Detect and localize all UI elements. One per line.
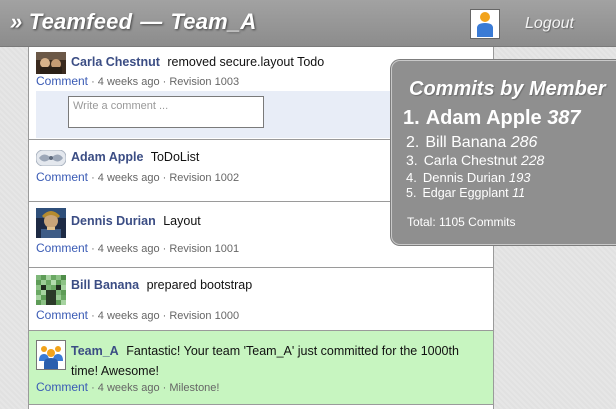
- comment-link[interactable]: Comment: [36, 308, 88, 322]
- comment-link[interactable]: Comment: [36, 74, 88, 88]
- team-icon: [36, 340, 66, 370]
- milestone-message: Fantastic! Your team 'Team_A' just commi…: [71, 344, 459, 378]
- comment-link[interactable]: Comment: [36, 241, 88, 255]
- timestamp: · 4 weeks ago: [91, 243, 160, 255]
- author-link[interactable]: Carla Chestnut: [71, 55, 160, 69]
- commits-by-member-panel: Commits by Member 1. Adam Apple 387 2. Bil…: [391, 60, 616, 245]
- milestone-label: · Milestone!: [162, 382, 220, 394]
- revision-label: · Revision 1003: [162, 76, 240, 88]
- member-rank-3: 3. Carla Chestnut 228: [406, 152, 545, 168]
- team-link[interactable]: Team_A: [71, 344, 119, 358]
- commit-count: 286: [510, 134, 538, 151]
- revision-label: · Revision 1002: [162, 172, 240, 184]
- page-title: » Teamfeed — Team_A: [10, 9, 256, 35]
- comment-link[interactable]: Comment: [36, 170, 88, 184]
- timestamp: · 4 weeks ago: [91, 382, 160, 394]
- timestamp: · 4 weeks ago: [91, 76, 160, 88]
- title-separator: —: [140, 9, 163, 34]
- commit-message: prepared bootstrap: [146, 278, 253, 292]
- commit-count: 387: [547, 107, 581, 129]
- commit-message: removed secure.layout Todo: [167, 55, 325, 69]
- revision-label: · Revision 1001: [162, 243, 240, 255]
- user-avatar[interactable]: [470, 9, 500, 39]
- author-link[interactable]: Adam Apple: [71, 150, 143, 164]
- member-rank-4: 4. Dennis Durian 193: [406, 170, 531, 185]
- member-rank-5: 5. Edgar Eggplant 11: [406, 186, 526, 200]
- author-link[interactable]: Bill Banana: [71, 278, 139, 292]
- panel-title: Commits by Member: [409, 78, 606, 100]
- commit-count: 228: [520, 152, 545, 168]
- team-name: Team_A: [170, 9, 257, 34]
- timestamp: · 4 weeks ago: [91, 172, 160, 184]
- user-silhouette-icon: [477, 12, 493, 37]
- member-name: Dennis Durian: [422, 170, 506, 185]
- member-name: Carla Chestnut: [423, 152, 518, 168]
- revision-label: · Revision 1000: [162, 310, 240, 322]
- member-rank-2: 2. Bill Banana 286: [406, 134, 538, 151]
- author-link[interactable]: Dennis Durian: [71, 214, 156, 228]
- comment-link[interactable]: Comment: [36, 380, 88, 394]
- dennis-durian-avatar: [36, 208, 66, 238]
- timestamp: · 4 weeks ago: [91, 310, 160, 322]
- bill-banana-avatar: [36, 275, 66, 305]
- commit-count: 11: [512, 186, 526, 200]
- commit-message: ToDoList: [150, 150, 200, 164]
- logout-link[interactable]: Logout: [525, 15, 574, 33]
- app-name: » Teamfeed: [10, 9, 133, 34]
- member-name: Bill Banana: [425, 134, 507, 151]
- total-commits: Total: 1105 Commits: [407, 215, 516, 229]
- feed-item-milestone: Team_A Fantastic! Your team 'Team_A' jus…: [29, 331, 493, 405]
- commit-message: Layout: [163, 214, 201, 228]
- member-name: Edgar Eggplant: [422, 186, 509, 200]
- member-name: Adam Apple: [425, 107, 542, 129]
- comment-input[interactable]: [68, 96, 264, 128]
- commit-count: 193: [508, 170, 531, 185]
- top-bar: » Teamfeed — Team_A Logout: [0, 0, 616, 47]
- member-rank-1: 1. Adam Apple 387: [403, 107, 581, 129]
- feed-item: Bill Banana prepared bootstrap Comment ·…: [29, 268, 493, 331]
